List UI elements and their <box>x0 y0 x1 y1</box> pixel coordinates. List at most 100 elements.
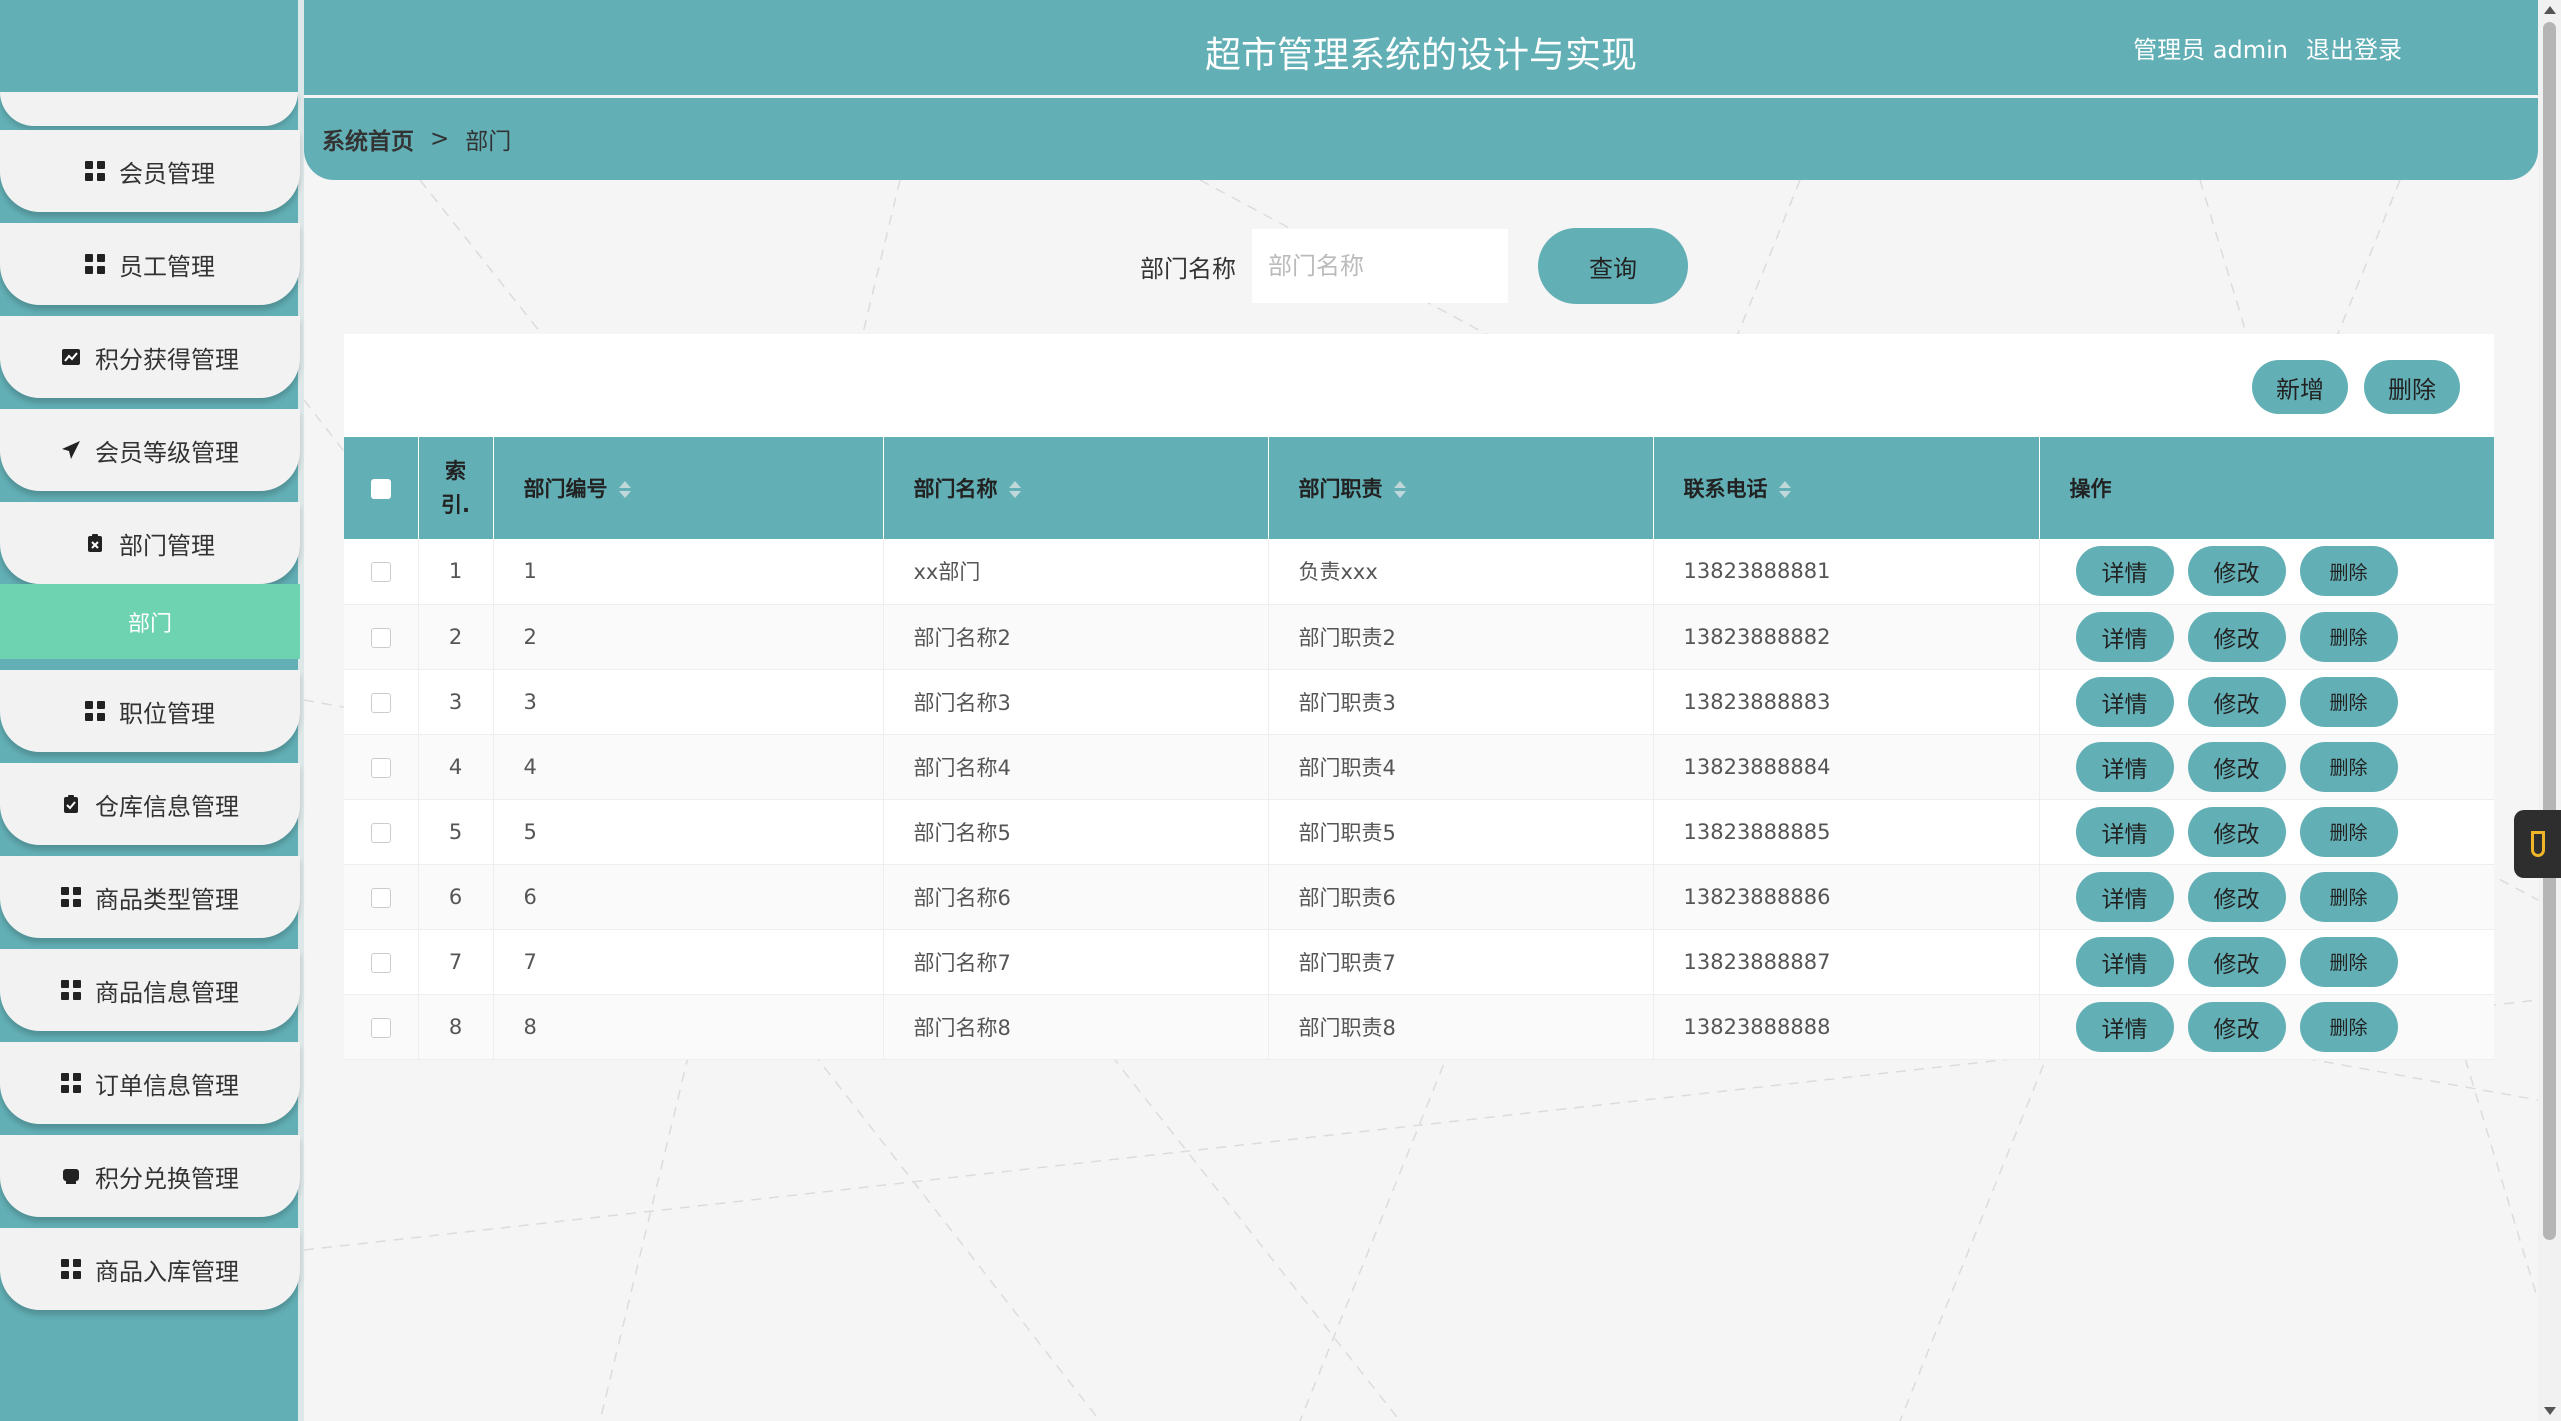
edit-button[interactable]: 修改 <box>2187 1001 2286 1052</box>
sidebar-item-staff[interactable]: 员工管理 <box>0 223 300 305</box>
sidebar-item-member-level[interactable]: 会员等级管理 <box>0 409 300 491</box>
cell-index: 4 <box>418 734 494 799</box>
detail-button[interactable]: 详情 <box>2075 611 2174 662</box>
breadcrumb-home[interactable]: 系统首页 <box>322 122 414 156</box>
delete-button[interactable]: 删除 <box>2299 611 2398 662</box>
cell-actions: 详情 修改 删除 <box>2039 864 2494 929</box>
sidebar-item-order-info[interactable]: 订单信息管理 <box>0 1042 300 1124</box>
detail-button[interactable]: 详情 <box>2075 936 2174 987</box>
row-checkbox[interactable] <box>370 822 391 843</box>
cell-phone: 13823888886 <box>1653 864 2040 929</box>
sidebar-item-label: 员工管理 <box>119 252 215 281</box>
row-checkbox[interactable] <box>370 627 391 648</box>
sidebar-item-points-exchange[interactable]: 积分兑换管理 <box>0 1135 300 1217</box>
row-checkbox[interactable] <box>370 887 391 908</box>
edit-button[interactable]: 修改 <box>2187 676 2286 727</box>
edit-button[interactable]: 修改 <box>2187 611 2286 662</box>
cell-actions: 详情 修改 删除 <box>2039 799 2494 864</box>
page-scrollbar[interactable] <box>2538 0 2561 1421</box>
sidebar-item-label: 仓库信息管理 <box>95 792 239 821</box>
delete-button[interactable]: 删除 <box>2299 936 2398 987</box>
row-select-cell <box>344 864 419 929</box>
row-checkbox[interactable] <box>370 692 391 713</box>
scroll-down-arrow-icon[interactable] <box>2544 1407 2556 1415</box>
sidebar-item-product-type[interactable]: 商品类型管理 <box>0 856 300 938</box>
column-header-name[interactable]: 部门名称 <box>883 437 1269 539</box>
cell-phone: 13823888883 <box>1653 669 2040 734</box>
cell-name: 部门名称8 <box>883 994 1269 1059</box>
detail-button[interactable]: 详情 <box>2075 806 2174 857</box>
sidebar-item-points-earned[interactable]: 积分获得管理 <box>0 316 300 398</box>
cell-code: 4 <box>493 734 884 799</box>
sidebar-item-position[interactable]: 职位管理 <box>0 670 300 752</box>
breadcrumb-current: 部门 <box>465 129 512 155</box>
sidebar-item-warehouse[interactable]: 仓库信息管理 <box>0 763 300 845</box>
sidebar-item-department[interactable]: 部门管理 <box>0 502 300 584</box>
detail-button[interactable]: 详情 <box>2075 546 2174 597</box>
sort-icon[interactable] <box>1008 480 1021 500</box>
delete-button[interactable]: 删除 <box>2299 871 2398 922</box>
grid-icon <box>61 887 81 907</box>
delete-button[interactable]: 删除 <box>2299 741 2398 792</box>
logout-link[interactable]: 退出登录 <box>2306 30 2402 65</box>
table-row: 3 3 部门名称3 部门职责3 13823888883 详情 修改 删除 <box>344 669 2494 734</box>
edit-button[interactable]: 修改 <box>2187 546 2286 597</box>
query-button[interactable]: 查询 <box>1538 228 1688 304</box>
cell-name: 部门名称3 <box>883 669 1269 734</box>
sidebar-item-product-info[interactable]: 商品信息管理 <box>0 949 300 1031</box>
sort-icon[interactable] <box>1778 480 1791 500</box>
delete-button[interactable]: 删除 <box>2299 676 2398 727</box>
row-actions: 详情 修改 删除 <box>2075 546 2495 597</box>
table-row: 2 2 部门名称2 部门职责2 13823888882 详情 修改 删除 <box>344 604 2494 669</box>
edit-button[interactable]: 修改 <box>2187 806 2286 857</box>
delete-button[interactable]: 删除 <box>2299 806 2398 857</box>
cell-index: 6 <box>418 864 494 929</box>
row-checkbox[interactable] <box>370 952 391 973</box>
sidebar-item-label: 积分获得管理 <box>95 345 239 374</box>
sidebar-item-stock-in[interactable]: 商品入库管理 <box>0 1228 300 1310</box>
row-actions: 详情 修改 删除 <box>2075 611 2495 662</box>
grid-icon <box>61 1259 81 1279</box>
detail-button[interactable]: 详情 <box>2075 741 2174 792</box>
batch-delete-button[interactable]: 删除 <box>2364 360 2460 414</box>
column-header-phone[interactable]: 联系电话 <box>1653 437 2040 539</box>
scroll-thumb[interactable] <box>2543 22 2556 1240</box>
select-all-checkbox[interactable] <box>370 479 391 499</box>
header-label: 部门职责 <box>1298 477 1383 501</box>
department-name-input[interactable] <box>1252 229 1508 303</box>
column-header-duty[interactable]: 部门职责 <box>1268 437 1654 539</box>
cell-duty: 部门职责7 <box>1268 929 1654 994</box>
edit-button[interactable]: 修改 <box>2187 871 2286 922</box>
cell-code: 8 <box>493 994 884 1059</box>
delete-button[interactable]: 删除 <box>2299 546 2398 597</box>
delete-button[interactable]: 删除 <box>2299 1001 2398 1052</box>
row-actions: 详情 修改 删除 <box>2075 1001 2495 1052</box>
row-checkbox[interactable] <box>370 1017 391 1038</box>
sidebar-subitem-department[interactable]: 部门 <box>0 584 300 659</box>
cell-phone: 13823888885 <box>1653 799 2040 864</box>
edit-button[interactable]: 修改 <box>2187 741 2286 792</box>
cell-duty: 部门职责2 <box>1268 604 1654 669</box>
row-checkbox[interactable] <box>370 562 391 583</box>
detail-button[interactable]: 详情 <box>2075 871 2174 922</box>
sort-icon[interactable] <box>1393 480 1406 500</box>
detail-button[interactable]: 详情 <box>2075 676 2174 727</box>
floating-extension-tab[interactable] <box>2514 810 2561 878</box>
header-label: 索引. <box>441 459 470 517</box>
sidebar-item-member[interactable]: 会员管理 <box>0 130 300 212</box>
table-row: 5 5 部门名称5 部门职责5 13823888885 详情 修改 删除 <box>344 799 2494 864</box>
detail-button[interactable]: 详情 <box>2075 1001 2174 1052</box>
column-header-code[interactable]: 部门编号 <box>493 437 884 539</box>
row-actions: 详情 修改 删除 <box>2075 741 2495 792</box>
edit-button[interactable]: 修改 <box>2187 936 2286 987</box>
header-label: 操作 <box>2069 477 2112 501</box>
row-checkbox[interactable] <box>370 757 391 778</box>
add-button[interactable]: 新增 <box>2252 360 2348 414</box>
sort-icon[interactable] <box>618 480 631 500</box>
scroll-up-arrow-icon[interactable] <box>2544 6 2556 14</box>
cell-actions: 详情 修改 删除 <box>2039 669 2494 734</box>
cell-code: 3 <box>493 669 884 734</box>
cell-actions: 详情 修改 删除 <box>2039 994 2494 1059</box>
cell-code: 7 <box>493 929 884 994</box>
cell-duty: 负责xxx <box>1268 539 1654 604</box>
